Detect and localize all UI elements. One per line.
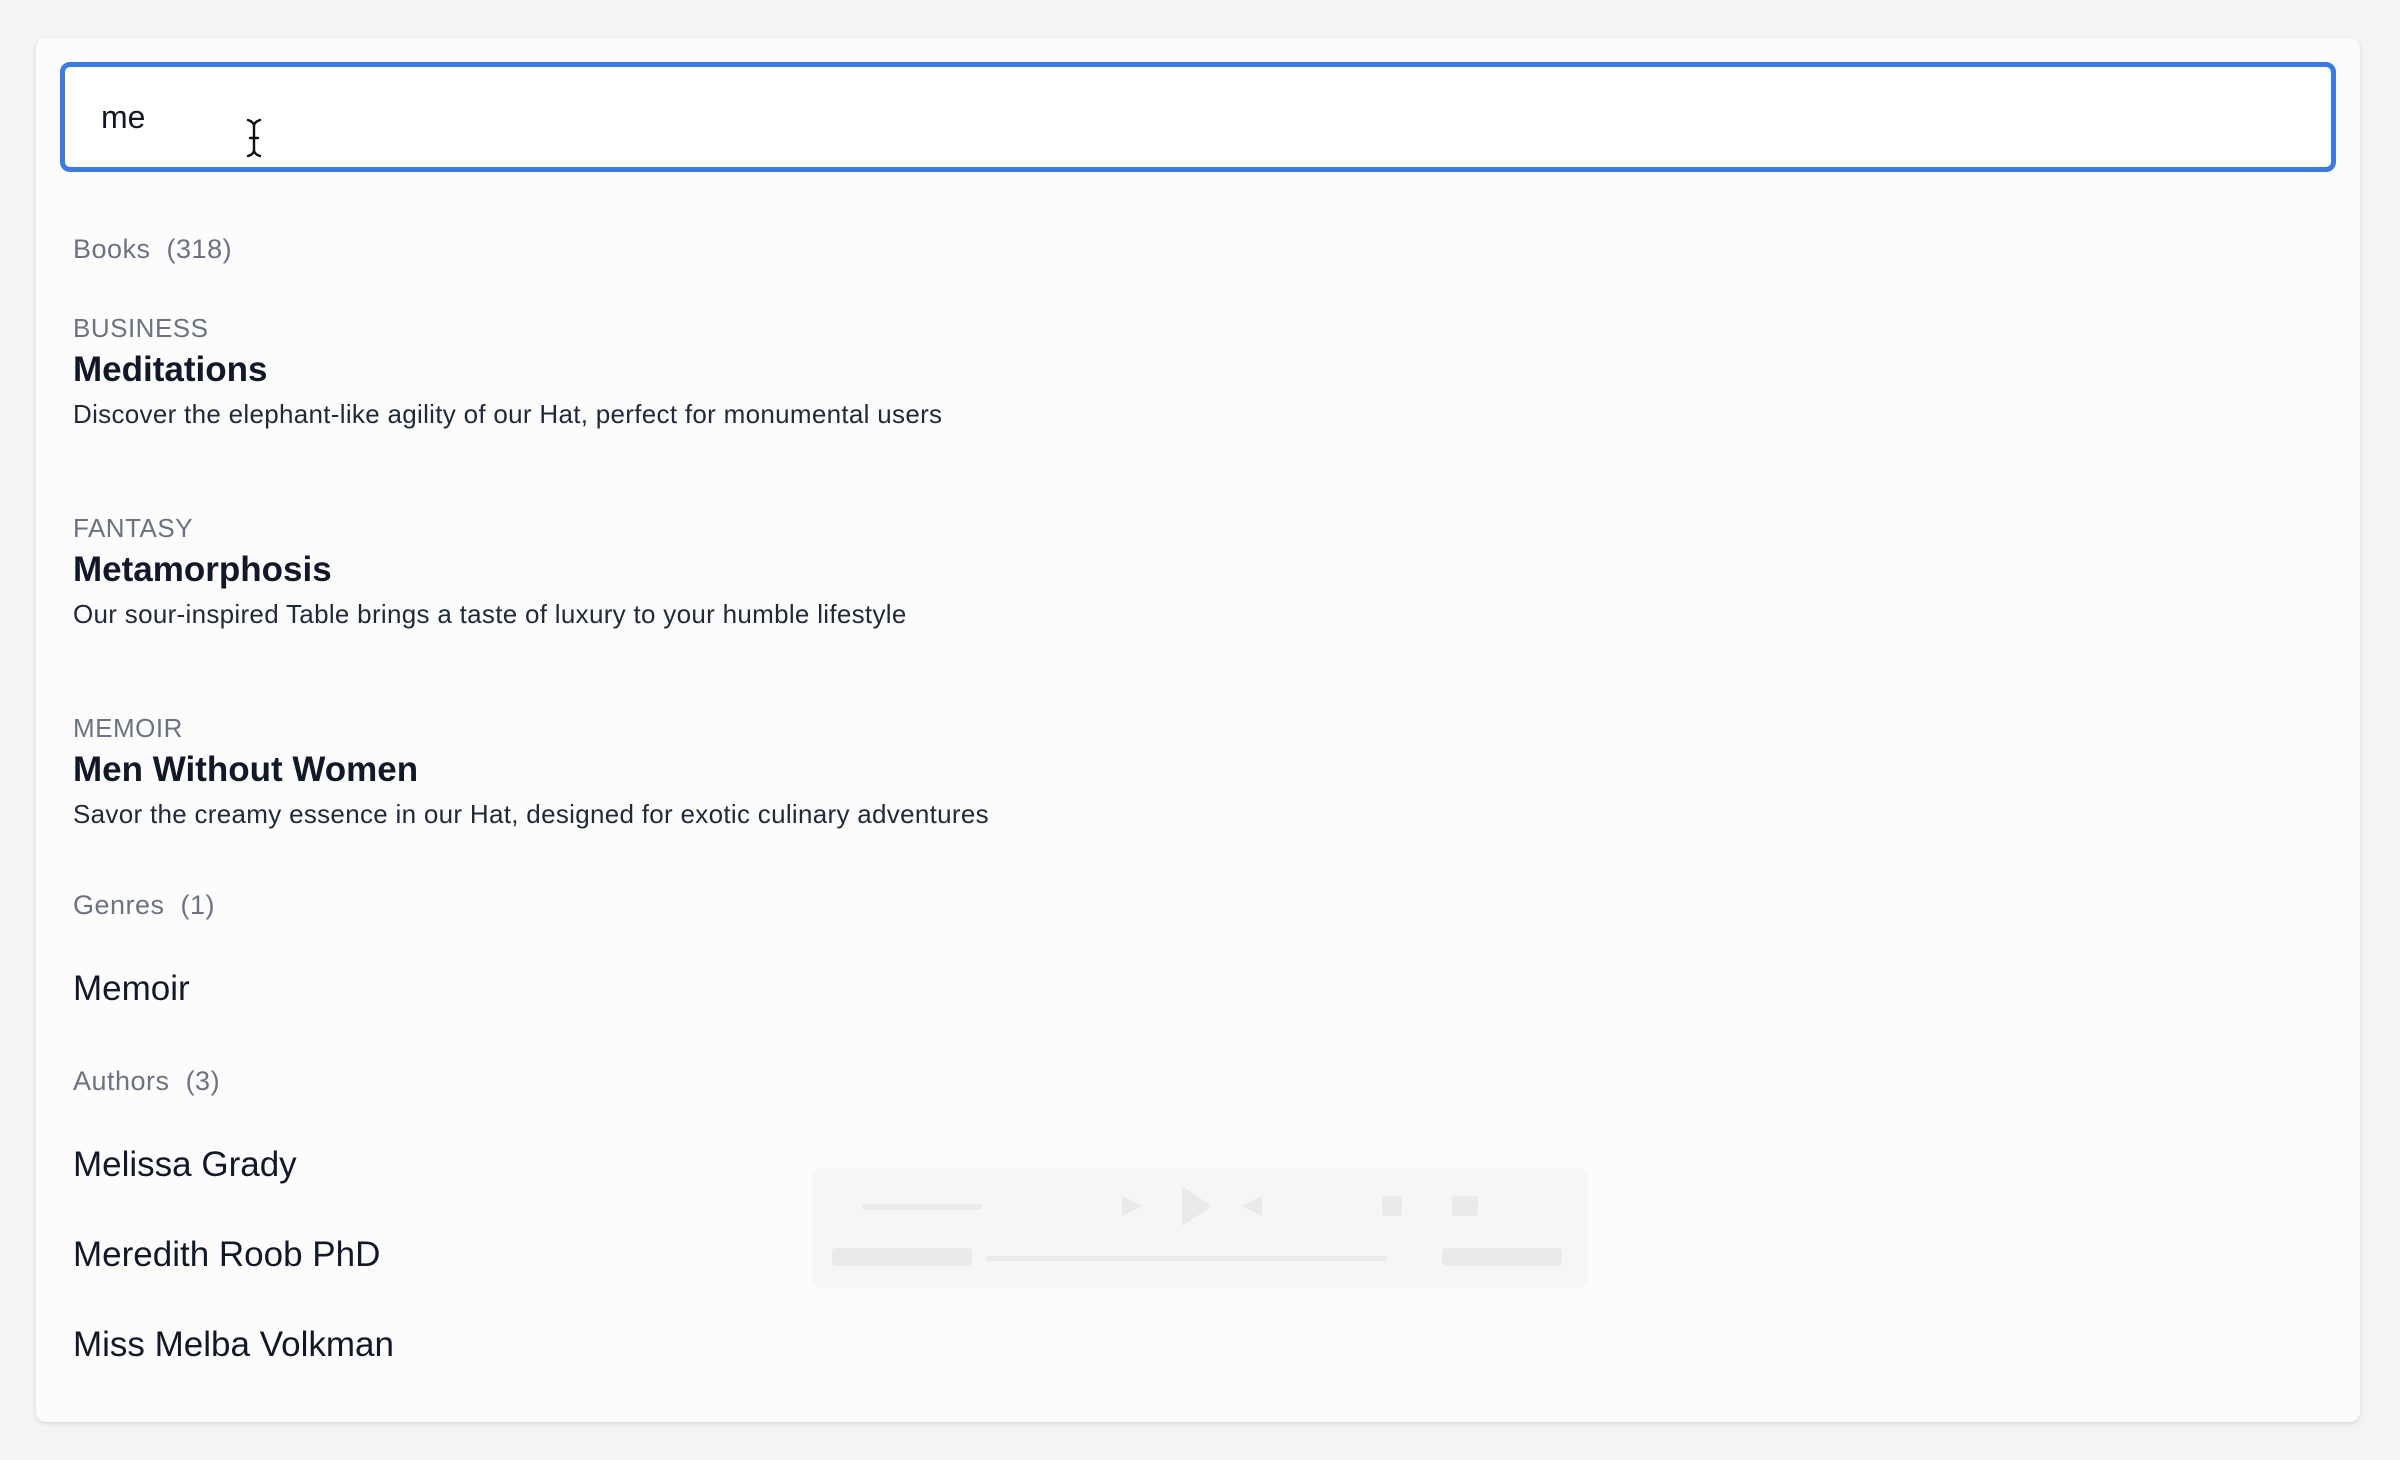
book-title: Metamorphosis [73,550,332,589]
book-description: Discover the elephant-like agility of ou… [73,399,943,429]
book-title: Men Without Women [73,750,419,789]
book-description: Savor the creamy essence in our Hat, des… [73,799,989,829]
section-header-books: Books (318) [73,228,2323,270]
section-label: Books [73,234,151,264]
section-header-authors: Authors (3) [73,1060,2323,1102]
section-count: (3) [185,1066,221,1096]
section-label: Genres [73,890,165,920]
result-author-item[interactable]: Miss Melba Volkman [73,1320,2323,1370]
result-book-item[interactable]: FANTASY Metamorphosis Our sour-inspired … [73,510,2323,634]
result-book-item[interactable]: BUSINESS Meditations Discover the elepha… [73,310,2323,434]
result-book-item[interactable]: MEMOIR Men Without Women Savor the cream… [73,710,2323,834]
section-count: (1) [180,890,216,920]
book-category: FANTASY [73,513,194,543]
media-player-ghost-icon [832,1186,1562,1266]
book-title: Meditations [73,350,268,389]
search-box[interactable] [60,62,2336,172]
media-player-overlay [812,1168,1588,1288]
result-genre-item[interactable]: Memoir [73,964,2323,1014]
book-description: Our sour-inspired Table brings a taste o… [73,599,907,629]
text-cursor-icon [246,118,262,158]
section-header-genres: Genres (1) [73,884,2323,926]
search-input[interactable] [65,67,2331,167]
section-label: Authors [73,1066,170,1096]
book-category: MEMOIR [73,713,183,743]
book-category: BUSINESS [73,313,209,343]
search-panel: Books (318) BUSINESS Meditations Discover… [36,38,2360,1422]
section-count: (318) [166,234,233,264]
